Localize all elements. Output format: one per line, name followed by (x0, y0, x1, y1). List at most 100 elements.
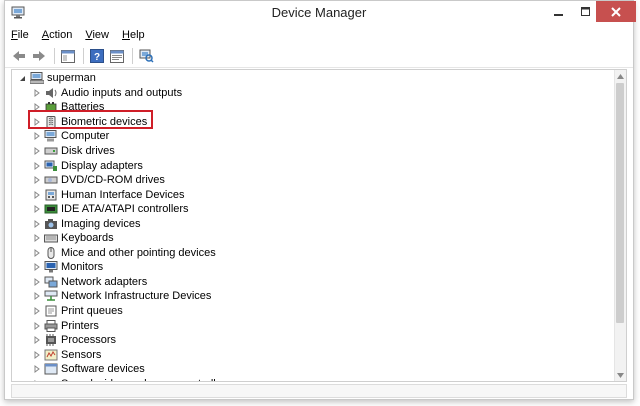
computer-icon (44, 130, 57, 142)
tree-root-label: superman (47, 72, 96, 85)
device-category-item[interactable]: Display adapters (32, 158, 143, 173)
menu-view[interactable]: View (85, 29, 109, 41)
expand-arrow-icon[interactable] (32, 129, 41, 143)
toolbar: ? (5, 45, 633, 68)
expand-arrow-icon[interactable] (32, 319, 41, 333)
device-category-item[interactable]: DVD/CD-ROM drives (32, 173, 165, 188)
expand-arrow-icon[interactable] (32, 231, 41, 245)
expand-arrow-icon[interactable] (32, 289, 41, 303)
scan-hardware-changes-button[interactable] (137, 47, 155, 65)
toolbar-separator (54, 48, 55, 64)
expand-arrow-icon[interactable] (32, 333, 41, 347)
device-category-label: Imaging devices (61, 217, 141, 230)
menu-help[interactable]: Help (122, 29, 145, 41)
menu-file-accesskey: F (11, 29, 18, 41)
device-category-label: DVD/CD-ROM drives (61, 174, 165, 187)
expand-arrow-icon[interactable] (32, 202, 41, 216)
window-title: Device Manager (271, 5, 367, 20)
menu-file[interactable]: File (11, 29, 29, 41)
minimize-button[interactable] (545, 1, 572, 22)
expand-arrow-icon[interactable] (32, 304, 41, 318)
device-category-item[interactable]: Network adapters (32, 275, 147, 290)
device-category-item[interactable]: Sensors (32, 347, 101, 362)
device-category-item[interactable]: Print queues (32, 304, 123, 319)
device-category-item[interactable]: Processors (32, 333, 116, 348)
expand-arrow-icon[interactable] (32, 173, 41, 187)
show-hide-console-tree-button[interactable] (59, 47, 77, 65)
device-category-item[interactable]: IDE ATA/ATAPI controllers (32, 202, 189, 217)
device-tree[interactable]: superman Audio inputs and outputs Batteri… (11, 69, 627, 382)
scrollbar-thumb[interactable] (616, 83, 624, 323)
menu-view-label: iew (92, 29, 109, 41)
menu-action[interactable]: Action (42, 29, 73, 41)
menu-action-label: ction (49, 29, 73, 41)
expand-arrow-icon[interactable] (32, 188, 41, 202)
highlight-box (28, 110, 153, 129)
device-category-item[interactable]: Human Interface Devices (32, 187, 185, 202)
device-category-label: Human Interface Devices (61, 188, 185, 201)
back-button[interactable] (10, 47, 28, 65)
device-category-label: Mice and other pointing devices (61, 246, 216, 259)
device-manager-window: Device Manager File Action View Help ? s… (4, 0, 636, 400)
device-category-item[interactable]: Network Infrastructure Devices (32, 289, 211, 304)
expand-arrow-icon[interactable] (32, 217, 41, 231)
mouse-icon (47, 246, 55, 259)
scroll-down-button[interactable] (615, 369, 626, 381)
expand-arrow-icon[interactable] (32, 86, 41, 100)
forward-arrow-icon (33, 51, 45, 61)
device-category-item[interactable]: Sound, video and game controllers (32, 377, 231, 381)
device-category-item[interactable]: Printers (32, 318, 99, 333)
properties-icon (110, 49, 124, 63)
help-button[interactable]: ? (88, 47, 106, 65)
network-infrastructure-icon (44, 290, 58, 302)
properties-button[interactable] (108, 47, 126, 65)
camera-icon (45, 218, 57, 229)
vertical-scrollbar[interactable] (614, 70, 626, 381)
monitor-icon (44, 261, 58, 273)
processor-icon (46, 334, 56, 347)
tree-root[interactable]: superman (18, 71, 96, 86)
device-category-label: Network adapters (61, 275, 148, 288)
device-category-label: Software devices (61, 363, 145, 376)
expand-arrow-icon[interactable] (32, 275, 41, 289)
menu-help-label: elp (129, 29, 145, 41)
hid-icon (45, 189, 57, 201)
device-category-label: Network Infrastructure Devices (61, 290, 212, 303)
forward-button[interactable] (30, 47, 48, 65)
maximize-button[interactable] (572, 1, 599, 22)
device-category-label: Sound, video and game controllers (61, 378, 231, 381)
expand-arrow-icon[interactable] (32, 246, 41, 260)
device-category-item[interactable]: Disk drives (32, 144, 115, 159)
scroll-up-button[interactable] (615, 70, 626, 82)
close-button[interactable] (596, 1, 636, 22)
device-category-label: Disk drives (61, 144, 115, 157)
expand-arrow-icon[interactable] (32, 144, 41, 158)
scan-hardware-icon (139, 49, 154, 63)
device-category-label: Printers (61, 319, 99, 332)
device-category-item[interactable]: Monitors (32, 260, 103, 275)
device-category-item[interactable]: Audio inputs and outputs (32, 86, 182, 101)
device-category-item[interactable]: Keyboards (32, 231, 114, 246)
back-arrow-icon (13, 51, 25, 61)
menu-action-accesskey: A (41, 29, 50, 41)
sensor-icon (44, 349, 58, 361)
device-category-item[interactable]: Mice and other pointing devices (32, 246, 216, 261)
expand-arrow-icon[interactable] (32, 159, 41, 173)
device-category-label: Audio inputs and outputs (61, 86, 183, 99)
printer-icon (44, 319, 58, 332)
expand-arrow-icon[interactable] (32, 362, 41, 376)
device-category-item[interactable]: Computer (32, 129, 109, 144)
help-icon: ? (90, 49, 104, 63)
expand-arrow-icon[interactable] (32, 260, 41, 274)
expand-arrow-icon[interactable] (32, 377, 41, 381)
dvd-drive-icon (44, 176, 58, 184)
collapse-arrow-icon[interactable] (18, 71, 27, 85)
console-tree-icon (61, 49, 75, 63)
device-category-item[interactable]: Software devices (32, 362, 145, 377)
device-category-item[interactable]: Imaging devices (32, 216, 141, 231)
disk-drive-icon (44, 147, 58, 155)
sound-controller-icon (45, 380, 57, 381)
expand-arrow-icon[interactable] (32, 348, 41, 362)
title-bar[interactable]: Device Manager (5, 1, 636, 25)
device-category-label: Display adapters (61, 159, 143, 172)
